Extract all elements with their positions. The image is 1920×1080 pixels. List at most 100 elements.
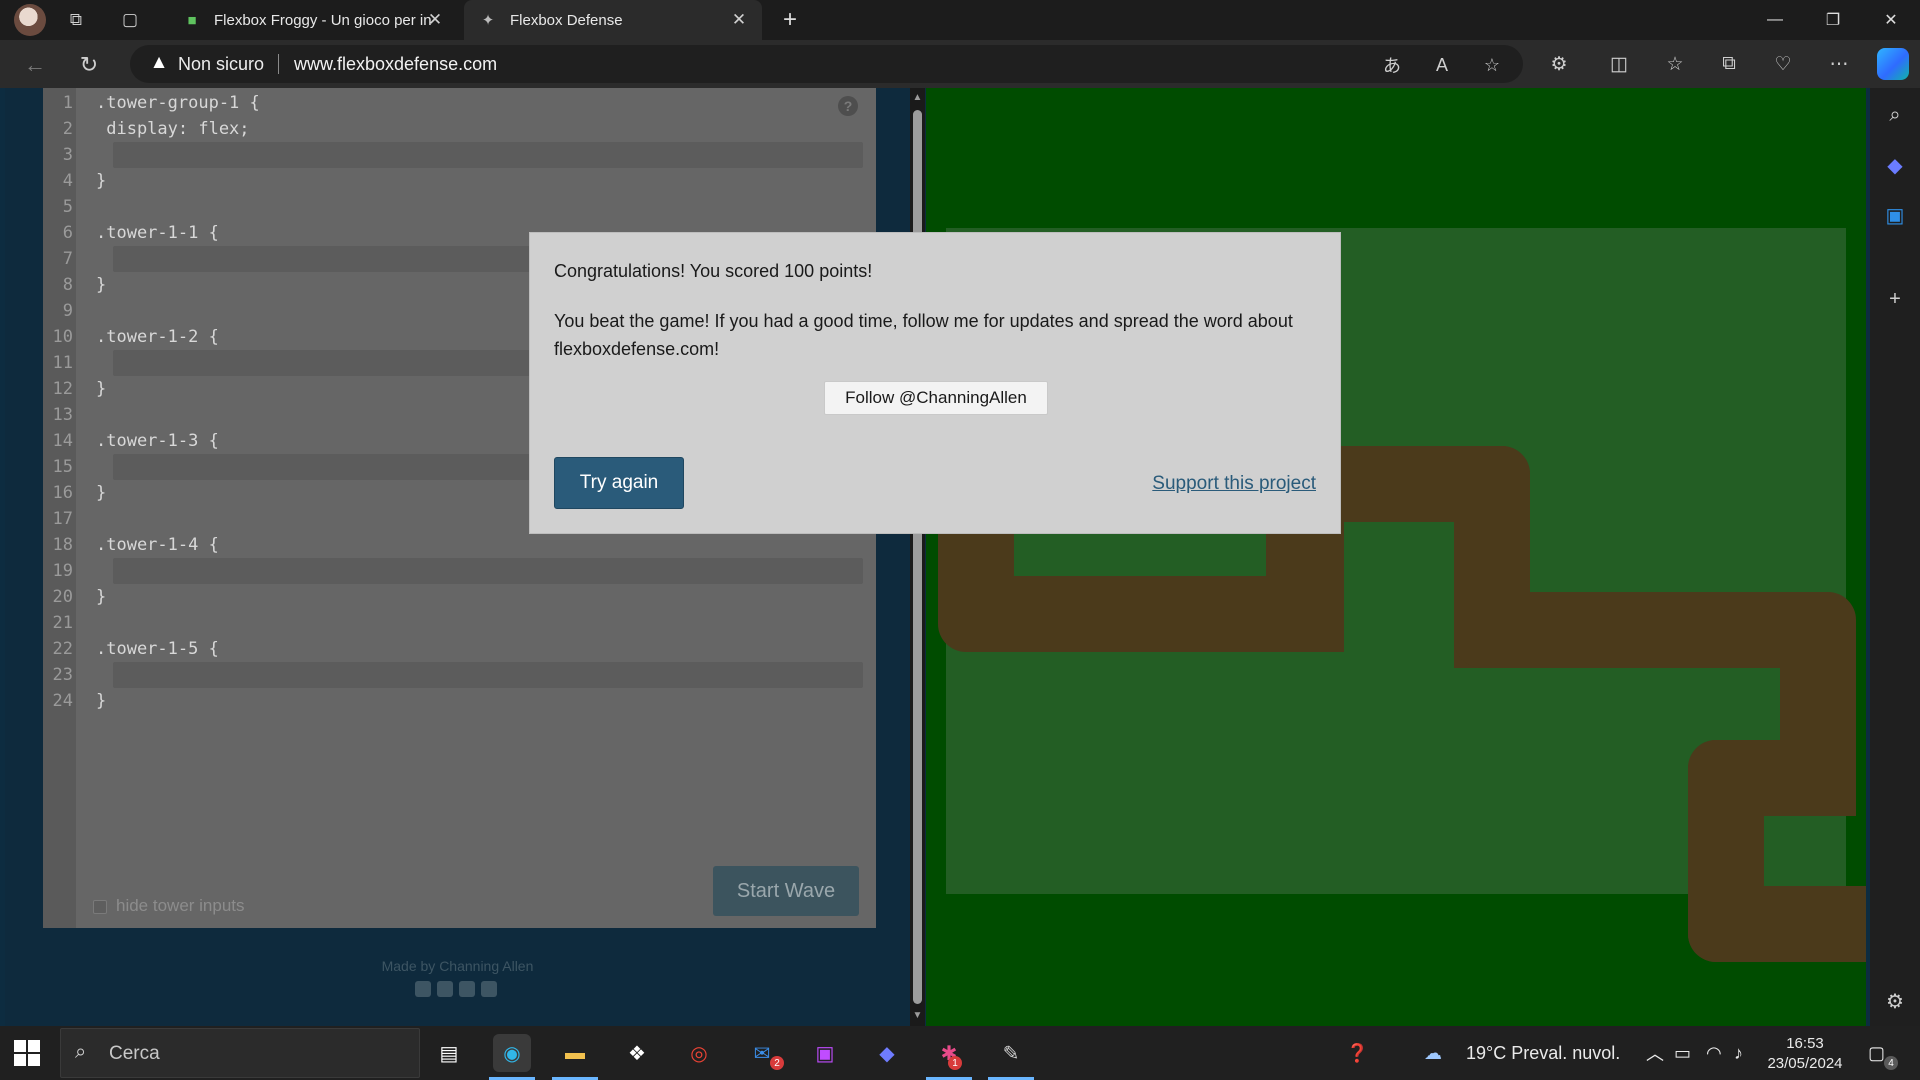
taskbar-search-box[interactable]: ⌕ Cerca [60, 1028, 420, 1078]
copilot-icon[interactable] [1877, 48, 1909, 80]
tab-flexbox-defense[interactable]: ✦ Flexbox Defense ✕ [464, 0, 762, 40]
enemy-path [1688, 886, 1866, 962]
hide-tower-inputs-checkbox[interactable] [93, 900, 107, 914]
split-screen-icon[interactable]: ◫ [1604, 49, 1634, 79]
scroll-down-icon[interactable]: ▼ [910, 1008, 925, 1023]
minimize-button[interactable]: — [1748, 0, 1802, 40]
tower-input-field[interactable] [113, 142, 863, 168]
close-window-button[interactable]: ✕ [1864, 0, 1918, 40]
help-icon[interactable]: ? [838, 96, 858, 116]
follow-button[interactable]: Follow @ChanningAllen [824, 381, 1048, 415]
help-tray-icon[interactable]: ❓ [1346, 1026, 1368, 1080]
favorites-icon[interactable]: ☆ [1660, 49, 1690, 79]
line-number: 15 [52, 457, 73, 477]
tab-title: Flexbox Defense [510, 11, 623, 29]
code-line: display: flex; [96, 119, 250, 139]
tab-flexbox-froggy[interactable]: ■ Flexbox Froggy - Un gioco per in ✕ [168, 0, 458, 40]
workspaces-icon[interactable]: ⧉ [62, 6, 90, 34]
address-bar[interactable]: ▲ Non sicuro www.flexboxdefense.com あ A … [130, 45, 1523, 83]
search-placeholder: Cerca [109, 1043, 160, 1064]
security-label[interactable]: Non sicuro [178, 54, 264, 75]
chrome-icon[interactable]: ◎ [680, 1034, 718, 1072]
file-explorer-icon[interactable]: ▬ [556, 1034, 594, 1072]
close-tab-icon[interactable]: ✕ [728, 9, 750, 31]
code-line: } [96, 483, 107, 503]
copilot-sidebar-icon[interactable]: ◆ [1880, 150, 1910, 180]
url-text[interactable]: www.flexboxdefense.com [294, 54, 497, 75]
hide-tower-inputs-label[interactable]: hide tower inputs [116, 896, 245, 916]
notification-badge: 4 [1884, 1056, 1898, 1070]
tower-input-field[interactable] [113, 558, 863, 584]
copilot-app-icon[interactable]: ◆ [868, 1034, 906, 1072]
vertical-tabs-icon[interactable]: ▢ [116, 6, 144, 34]
line-number: 8 [62, 275, 73, 295]
app-badge: 1 [948, 1056, 962, 1070]
facebook-icon[interactable] [415, 981, 431, 997]
restore-button[interactable]: ❐ [1806, 0, 1860, 40]
code-line: } [96, 691, 107, 711]
twitter-icon[interactable] [437, 981, 453, 997]
code-line: } [96, 587, 107, 607]
frog-icon: ■ [187, 11, 197, 29]
support-project-link[interactable]: Support this project [1152, 473, 1316, 495]
outlook-icon[interactable]: ▣ [1880, 200, 1910, 230]
profile-avatar[interactable] [14, 4, 46, 36]
web-page: 1 2 3 4 5 6 7 8 9 10 11 12 13 14 15 16 1… [0, 88, 1870, 1026]
try-again-button[interactable]: Try again [554, 457, 684, 509]
line-number: 6 [62, 223, 73, 243]
translate-icon[interactable]: あ [1378, 51, 1406, 79]
paint-icon[interactable]: ✎ [992, 1034, 1030, 1072]
edge-icon[interactable]: ◉ [493, 1034, 531, 1072]
editor-scrollbar[interactable]: ▲ ▼ [910, 88, 925, 1026]
code-line: } [96, 379, 107, 399]
add-sidebar-app-icon[interactable]: + [1880, 284, 1910, 314]
congratulations-dialog: Congratulations! You scored 100 points! … [529, 232, 1341, 534]
wifi-icon[interactable]: ◠ [1706, 1026, 1722, 1080]
address-toolbar: ← ↻ ▲ Non sicuro www.flexboxdefense.com … [0, 40, 1920, 88]
volume-icon[interactable]: ♪ [1734, 1026, 1743, 1080]
search-icon[interactable]: ⌕ [1880, 100, 1910, 130]
line-number: 18 [52, 535, 73, 555]
notifications-icon[interactable]: ▢ [1868, 1026, 1885, 1080]
line-number: 7 [62, 249, 73, 269]
scroll-up-icon[interactable]: ▲ [910, 90, 925, 105]
code-line: } [96, 275, 107, 295]
windows-start-icon[interactable] [14, 1040, 40, 1066]
line-number: 2 [62, 119, 73, 139]
more-menu-icon[interactable]: ⋯ [1824, 49, 1854, 79]
extensions-icon[interactable]: ⚙ [1544, 49, 1574, 79]
clock-date: 23/05/2024 [1767, 1055, 1843, 1072]
back-button[interactable]: ← [20, 50, 50, 80]
line-number: 22 [52, 639, 73, 659]
code-line: .tower-1-3 { [96, 431, 219, 451]
settings-icon[interactable]: ⚙ [1880, 986, 1910, 1016]
new-tab-button[interactable]: + [776, 6, 804, 34]
tower-input-field[interactable] [113, 662, 863, 688]
line-number: 16 [52, 483, 73, 503]
collections-icon[interactable]: ⧉ [1714, 49, 1744, 79]
tab-title: Flexbox Froggy - Un gioco per in [214, 11, 432, 29]
battery-icon[interactable]: ▭ [1674, 1026, 1691, 1080]
dialog-message: You beat the game! If you had a good tim… [554, 311, 1293, 359]
read-aloud-icon[interactable]: A [1428, 51, 1456, 79]
task-view-icon[interactable]: ▤ [430, 1034, 468, 1072]
github-icon[interactable] [481, 981, 497, 997]
code-line: .tower-1-5 { [96, 639, 219, 659]
start-wave-button[interactable]: Start Wave [713, 866, 859, 916]
line-number: 3 [62, 145, 73, 165]
weather-icon[interactable]: ☁ [1424, 1026, 1442, 1080]
favorite-star-icon[interactable]: ☆ [1478, 51, 1506, 79]
close-tab-icon[interactable]: ✕ [424, 9, 446, 31]
intellij-icon[interactable]: ▣ [806, 1034, 844, 1072]
dropbox-icon[interactable]: ❖ [618, 1034, 656, 1072]
weather-text[interactable]: 19°C Preval. nuvol. [1466, 1026, 1620, 1080]
refresh-button[interactable]: ↻ [74, 50, 104, 80]
taskbar-clock[interactable]: 16:53 23/05/2024 [1760, 1034, 1850, 1074]
browser-essentials-icon[interactable]: ♡ [1768, 49, 1798, 79]
show-hidden-icons[interactable]: ︿ [1646, 1026, 1664, 1080]
dialog-title: Congratulations! You scored 100 points! [554, 261, 873, 281]
search-icon: ⌕ [75, 1041, 87, 1063]
linkedin-icon[interactable] [459, 981, 475, 997]
warning-icon[interactable]: ▲ [148, 52, 170, 73]
line-number: 19 [52, 561, 73, 581]
